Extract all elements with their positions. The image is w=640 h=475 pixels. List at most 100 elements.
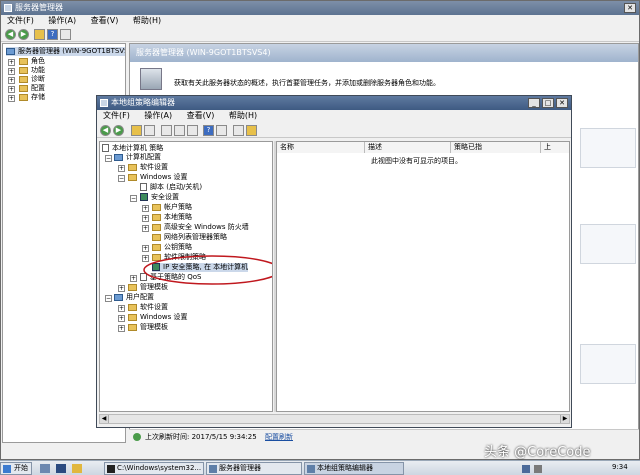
export-list-icon[interactable] (161, 125, 172, 136)
console-icon[interactable] (216, 125, 227, 136)
tree-account-policies[interactable]: 帐户策略 (152, 203, 192, 212)
collapse-computer-config[interactable]: − (105, 155, 112, 162)
expand-storage[interactable]: + (8, 95, 15, 102)
server-manager-icon (209, 465, 217, 473)
scroll-left-icon[interactable]: ◀ (100, 415, 109, 423)
gpo-editor-icon (307, 465, 315, 473)
menu-file[interactable]: 文件(F) (7, 16, 34, 25)
quicklaunch-server-icon[interactable] (40, 464, 50, 473)
maximize-button[interactable]: □ (542, 98, 554, 108)
console-icon[interactable] (60, 29, 71, 40)
gpo-menubar: 文件(F) 操作(A) 查看(V) 帮助(H) (97, 110, 571, 122)
gpo-editor-titlebar[interactable]: 本地组策略编辑器 _ □ ✕ (97, 96, 571, 110)
tree-local-policies[interactable]: 本地策略 (152, 213, 192, 222)
tree-item-features[interactable]: 功能 (19, 66, 45, 75)
tree-item-roles[interactable]: 角色 (19, 57, 45, 66)
expand-admin-templates[interactable]: + (118, 285, 125, 292)
tree-firewall[interactable]: 高级安全 Windows 防火墙 (152, 223, 249, 232)
tree-windows-settings[interactable]: Windows 设置 (128, 173, 187, 182)
taskbar-item-cmd[interactable]: C:\Windows\system32... (104, 462, 204, 475)
menu-help[interactable]: 帮助(H) (229, 111, 257, 120)
expand-user-windows[interactable]: + (118, 315, 125, 322)
tray-clock[interactable]: 9:34 (612, 463, 628, 471)
collapse-user-config[interactable]: − (105, 295, 112, 302)
configure-refresh-link[interactable]: 配置刷新 (265, 430, 293, 444)
tray-volume-icon[interactable] (534, 465, 542, 473)
tree-security-settings[interactable]: 安全设置 (140, 193, 179, 202)
column-policy-assigned[interactable]: 策略已指 (451, 142, 541, 153)
tree-user-software[interactable]: 软件设置 (128, 303, 168, 312)
forward-icon[interactable]: ▶ (18, 29, 29, 40)
refresh-icon (133, 433, 141, 441)
menu-help[interactable]: 帮助(H) (133, 16, 161, 25)
menu-view[interactable]: 查看(V) (91, 16, 119, 25)
expand-user-software[interactable]: + (118, 305, 125, 312)
up-folder-icon[interactable] (34, 29, 45, 40)
tree-public-key[interactable]: 公钥策略 (152, 243, 192, 252)
info-icon[interactable] (233, 125, 244, 136)
tree-scripts[interactable]: 脚本 (启动/关机) (140, 183, 202, 192)
menu-action[interactable]: 操作(A) (48, 16, 76, 25)
expand-user-admin[interactable]: + (118, 325, 125, 332)
show-hide-tree-icon[interactable] (144, 125, 155, 136)
tray-network-icon[interactable] (522, 465, 530, 473)
folder-icon (128, 303, 137, 311)
close-button[interactable]: ✕ (556, 98, 568, 108)
tree-software-settings[interactable]: 软件设置 (128, 163, 168, 172)
tree-item-diagnostics[interactable]: 诊断 (19, 75, 45, 84)
gpo-list-pane: 名称 描述 策略已指 上 此视图中没有可显示的项目。 (276, 141, 570, 412)
help-icon[interactable]: ? (47, 29, 58, 40)
back-icon[interactable]: ◀ (5, 29, 16, 40)
tree-item-configuration[interactable]: 配置 (19, 84, 45, 93)
properties-icon[interactable] (187, 125, 198, 136)
expand-qos[interactable]: + (130, 275, 137, 282)
tree-user-admin[interactable]: 管理模板 (128, 323, 168, 332)
tree-user-config[interactable]: 用户配置 (114, 293, 154, 302)
quicklaunch-powershell-icon[interactable] (56, 464, 66, 473)
tree-user-windows[interactable]: Windows 设置 (128, 313, 187, 322)
expand-local-policies[interactable]: + (142, 215, 149, 222)
expand-public-key[interactable]: + (142, 245, 149, 252)
panel-header: 服务器管理器 (WIN-9GOT1BTSVS4) (130, 44, 638, 62)
horizontal-scrollbar[interactable]: ◀ ▶ (99, 414, 570, 424)
expand-configuration[interactable]: + (8, 86, 15, 93)
start-button[interactable]: 开始 (0, 462, 32, 475)
folder-icon (128, 173, 137, 181)
tree-root[interactable]: 本地计算机 策略 (102, 144, 163, 153)
expand-software-settings[interactable]: + (118, 165, 125, 172)
right-section-c (580, 344, 636, 384)
back-icon[interactable]: ◀ (100, 125, 111, 136)
expand-roles[interactable]: + (8, 59, 15, 66)
minimize-button[interactable]: _ (528, 98, 540, 108)
help-icon[interactable]: ? (203, 125, 214, 136)
tree-computer-config[interactable]: 计算机配置 (114, 153, 161, 162)
tree-root[interactable]: 服务器管理器 (WIN-9GOT1BTSVS (6, 47, 125, 56)
taskbar-item-server-manager[interactable]: 服务器管理器 (206, 462, 302, 475)
scroll-right-icon[interactable]: ▶ (560, 415, 569, 423)
folder-icon (152, 203, 161, 211)
refresh-icon[interactable] (174, 125, 185, 136)
collapse-windows-settings[interactable]: − (118, 175, 125, 182)
collapse-security-settings[interactable]: − (130, 195, 137, 202)
expand-firewall[interactable]: + (142, 225, 149, 232)
expand-features[interactable]: + (8, 68, 15, 75)
expand-account-policies[interactable]: + (142, 205, 149, 212)
quicklaunch-explorer-icon[interactable] (72, 464, 82, 473)
server-manager-titlebar[interactable]: 服务器管理器 ✕ (1, 1, 639, 15)
expand-diagnostics[interactable]: + (8, 77, 15, 84)
filter-icon[interactable] (246, 125, 257, 136)
taskbar-item-gpo-editor[interactable]: 本地组策略编辑器 (304, 462, 404, 475)
folder-icon (152, 223, 161, 231)
menu-file[interactable]: 文件(F) (103, 111, 130, 120)
forward-icon[interactable]: ▶ (113, 125, 124, 136)
menu-view[interactable]: 查看(V) (187, 111, 215, 120)
column-description[interactable]: 描述 (365, 142, 451, 153)
script-icon (140, 183, 147, 191)
column-extra[interactable]: 上 (541, 142, 569, 153)
menu-action[interactable]: 操作(A) (144, 111, 172, 120)
close-button[interactable]: ✕ (624, 3, 636, 13)
up-folder-icon[interactable] (131, 125, 142, 136)
tree-item-storage[interactable]: 存储 (19, 93, 45, 102)
tree-network-list[interactable]: 网络列表管理器策略 (152, 233, 227, 242)
column-name[interactable]: 名称 (277, 142, 365, 153)
